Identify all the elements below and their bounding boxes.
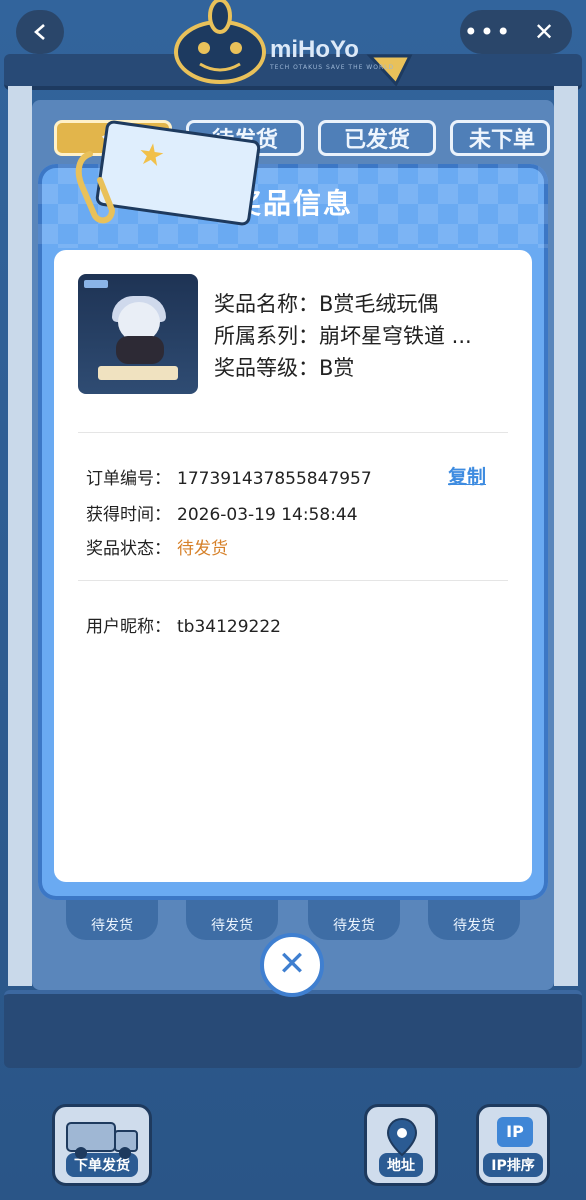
truck-icon — [66, 1122, 138, 1159]
order-number-value: 177391437855847957 — [177, 469, 372, 489]
user-nickname-value: tb34129222 — [177, 617, 281, 637]
divider — [78, 432, 508, 433]
prize-grade-value: B赏 — [319, 356, 355, 380]
prize-info-card: 奖品名称：B赏毛绒玩偶 所属系列：崩坏星穹铁道 ... 奖品等级：B赏 订单编号… — [54, 250, 532, 882]
prize-status-value: 待发货 — [177, 539, 228, 559]
shelf-status: 待发货 — [333, 918, 375, 934]
copy-order-button[interactable]: 复制 — [448, 462, 486, 489]
location-icon — [386, 1117, 418, 1157]
prize-series-row: 所属系列：崩坏星穹铁道 ... — [214, 320, 472, 350]
obtain-time-value: 2026-03-19 14:58:44 — [177, 505, 358, 525]
brand-name: miHoYo — [270, 36, 359, 63]
ip-sort-button[interactable]: IP IP排序 — [476, 1104, 550, 1186]
machine-left-frame — [8, 86, 32, 986]
user-nickname-row: 用户昵称： tb34129222 — [86, 612, 281, 637]
brand-logo: miHoYo TECH OTAKUS SAVE THE WORLD — [160, 0, 430, 88]
close-button[interactable]: ✕ — [516, 10, 572, 54]
shelf-item[interactable]: 待发货 — [308, 900, 400, 940]
star-icon: ★ — [135, 136, 168, 175]
close-circle-icon: ✕ — [277, 944, 307, 984]
order-number-label: 订单编号： — [86, 469, 171, 489]
close-modal-button[interactable]: ✕ — [260, 933, 324, 997]
prize-status-label: 奖品状态： — [86, 539, 171, 559]
machine-bottom-base — [4, 990, 582, 1068]
prize-image — [78, 274, 198, 394]
prize-grade-row: 奖品等级：B赏 — [214, 352, 354, 382]
shelf-item[interactable]: 待发货 — [428, 900, 520, 940]
mini-program-capsule: ••• ✕ — [460, 10, 572, 54]
user-nickname-label: 用户昵称： — [86, 617, 171, 637]
shelf-item[interactable]: 待发货 — [186, 900, 278, 940]
tab-label: 已发货 — [343, 128, 410, 153]
tab-label: 未下单 — [469, 128, 536, 153]
machine-right-frame — [554, 86, 578, 986]
shelf-status: 待发货 — [453, 918, 495, 934]
series-logo — [84, 280, 108, 288]
prize-name-label: 奖品名称： — [214, 292, 319, 316]
prize-badge — [98, 366, 178, 380]
brand-tagline: TECH OTAKUS SAVE THE WORLD — [270, 64, 395, 71]
back-button[interactable] — [16, 10, 64, 54]
prize-series-value: 崩坏星穹铁道 ... — [319, 324, 472, 348]
ip-icon: IP — [497, 1117, 533, 1147]
ip-sort-label: IP排序 — [483, 1153, 543, 1177]
prize-grade-label: 奖品等级： — [214, 356, 319, 380]
shelf-status: 待发货 — [211, 918, 253, 934]
tab-unordered[interactable]: 未下单 — [450, 120, 550, 156]
more-button[interactable]: ••• — [460, 10, 516, 54]
paperclip-icon — [75, 151, 116, 224]
prize-series-label: 所属系列： — [214, 324, 319, 348]
shelf-item[interactable]: 待发货 — [66, 900, 158, 940]
plush-body — [116, 336, 164, 364]
order-number-row: 订单编号： 177391437855847957 — [86, 464, 372, 489]
chevron-left-icon — [34, 24, 45, 40]
prize-status-row: 奖品状态： 待发货 — [86, 534, 228, 559]
obtain-time-label: 获得时间： — [86, 505, 171, 525]
obtain-time-row: 获得时间： 2026-03-19 14:58:44 — [86, 500, 358, 525]
tab-shipped[interactable]: 已发货 — [318, 120, 436, 156]
prize-name-value: B赏毛绒玩偶 — [319, 292, 439, 316]
shelf-status: 待发货 — [91, 918, 133, 934]
divider — [78, 580, 508, 581]
prize-name-row: 奖品名称：B赏毛绒玩偶 — [214, 288, 438, 318]
address-button[interactable]: 地址 — [364, 1104, 438, 1186]
place-order-button[interactable]: 下单发货 — [52, 1104, 152, 1186]
